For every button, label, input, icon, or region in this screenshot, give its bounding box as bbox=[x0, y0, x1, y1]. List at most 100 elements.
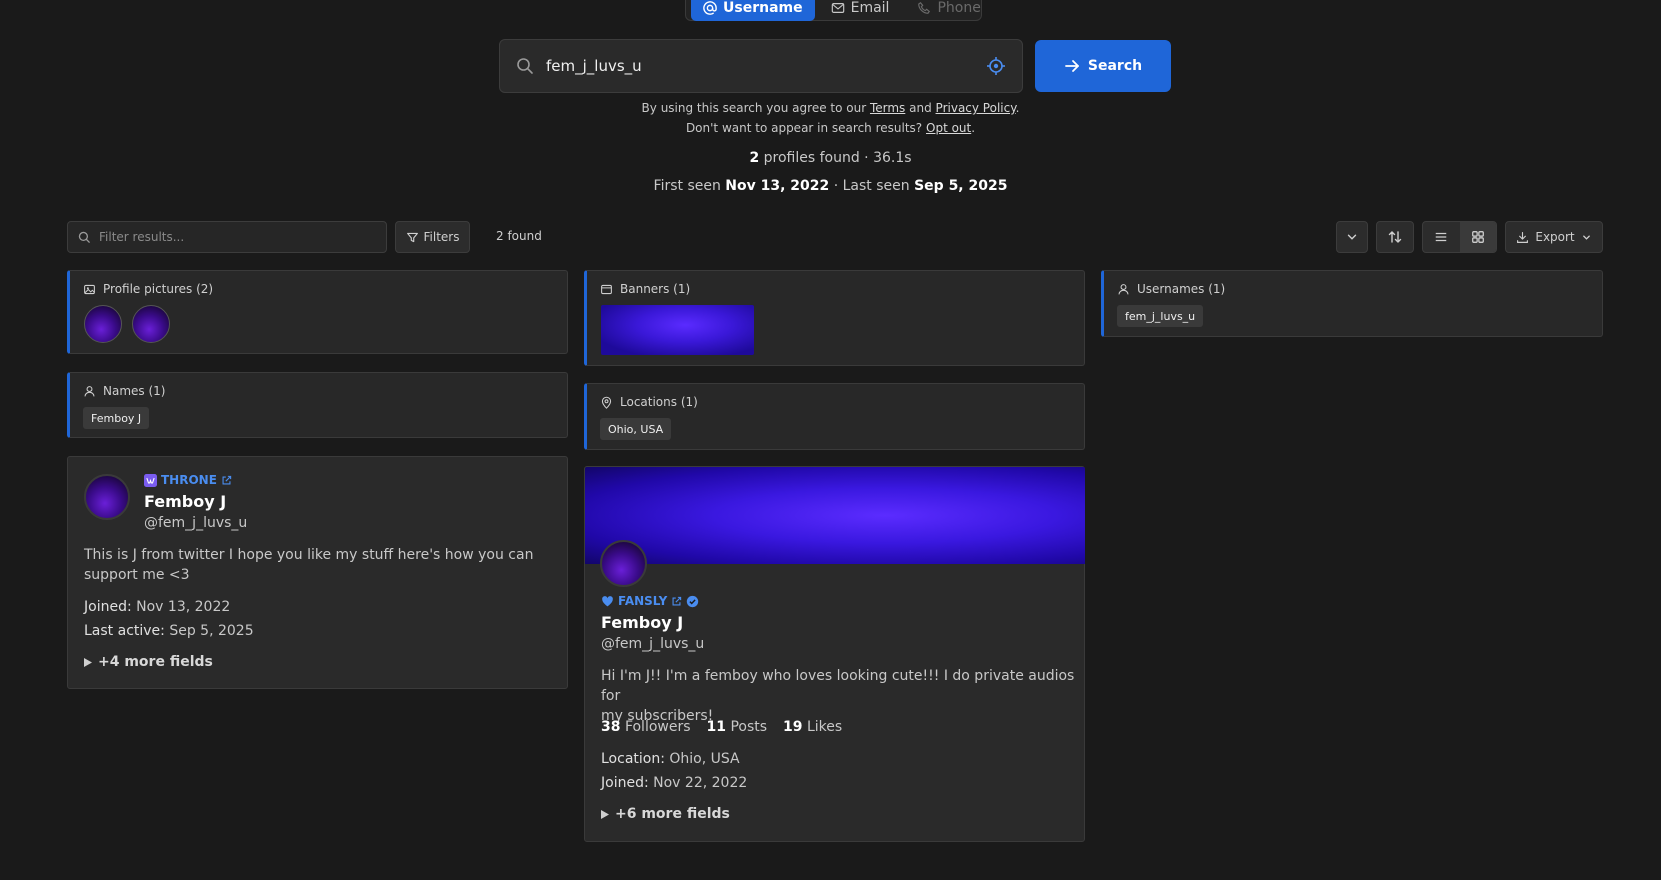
mail-icon bbox=[831, 1, 845, 15]
names-panel: Names (1) Femboy J bbox=[67, 372, 568, 438]
posts-label: Posts bbox=[730, 719, 768, 735]
last-seen-label: · Last seen bbox=[833, 178, 910, 194]
profile-bio: Hi I'm J!! I'm a femboy who loves lookin… bbox=[601, 666, 1084, 726]
privacy-link[interactable]: Privacy Policy bbox=[936, 101, 1016, 115]
opt-out-link[interactable]: Opt out bbox=[926, 121, 971, 135]
filter-results-field bbox=[67, 221, 387, 253]
profile-card-throne: THRONE Femboy J @fem_j_luvs_u This is J … bbox=[67, 456, 568, 689]
sort-button[interactable] bbox=[1376, 221, 1414, 253]
last-active-label: Last active: bbox=[84, 623, 165, 639]
caret-right-icon bbox=[84, 657, 92, 667]
avatar[interactable] bbox=[600, 540, 647, 587]
location-value: Ohio, USA bbox=[669, 751, 740, 767]
filters-label: Filters bbox=[423, 230, 460, 244]
search-button[interactable]: Search bbox=[1035, 40, 1171, 92]
profile-name: Femboy J bbox=[144, 492, 227, 511]
locations-title: Locations (1) bbox=[620, 395, 698, 409]
posts-count: 11 Posts bbox=[707, 719, 768, 735]
list-view-button[interactable] bbox=[1423, 222, 1460, 252]
location-field: Location: Ohio, USA bbox=[601, 751, 740, 767]
user-icon bbox=[83, 385, 96, 398]
profile-handle: @fem_j_luvs_u bbox=[601, 636, 705, 652]
posts-value: 11 bbox=[706, 719, 726, 735]
likes-label: Likes bbox=[806, 719, 843, 735]
locate-icon[interactable] bbox=[986, 56, 1006, 76]
avatar[interactable] bbox=[84, 474, 130, 520]
more-fields-toggle[interactable]: +6 more fields bbox=[601, 806, 730, 822]
consent-line-2: Don't want to appear in search results? … bbox=[685, 121, 976, 135]
location-chip[interactable]: Ohio, USA bbox=[600, 418, 672, 440]
locations-header: Locations (1) bbox=[600, 395, 698, 409]
consent-line-1: By using this search you agree to our Te… bbox=[641, 101, 1020, 115]
avatar[interactable] bbox=[84, 305, 122, 343]
banner-icon bbox=[600, 283, 613, 296]
names-title: Names (1) bbox=[103, 384, 166, 398]
search-box bbox=[499, 39, 1023, 93]
joined-label: Joined: bbox=[84, 599, 132, 615]
chevron-down-icon bbox=[1345, 230, 1359, 244]
list-icon bbox=[1434, 230, 1448, 244]
joined-field: Joined: Nov 13, 2022 bbox=[84, 599, 230, 615]
banners-panel: Banners (1) bbox=[584, 270, 1085, 366]
sort-icon bbox=[1387, 229, 1403, 245]
username-chip[interactable]: fem_j_luvs_u bbox=[1117, 305, 1204, 327]
profile-banner-image[interactable] bbox=[585, 467, 1085, 564]
banner-image[interactable] bbox=[601, 305, 754, 355]
platform-badge-fansly[interactable]: FANSLY bbox=[601, 594, 699, 608]
export-button[interactable]: Export bbox=[1505, 221, 1603, 253]
bio-line: support me <3 bbox=[84, 567, 190, 583]
more-fields-label: +6 more fields bbox=[615, 806, 730, 822]
profile-bio: This is J from twitter I hope you like m… bbox=[84, 545, 533, 585]
platform-badge-throne[interactable]: THRONE bbox=[144, 473, 232, 487]
joined-value: Nov 22, 2022 bbox=[653, 775, 748, 791]
terms-link[interactable]: Terms bbox=[870, 101, 905, 115]
tab-username-label: Username bbox=[723, 0, 803, 16]
locations-panel: Locations (1) Ohio, USA bbox=[584, 383, 1085, 450]
search-input[interactable] bbox=[546, 57, 986, 75]
profile-pictures-header: Profile pictures (2) bbox=[83, 282, 213, 296]
grid-view-button[interactable] bbox=[1459, 222, 1496, 252]
profile-card-fansly: FANSLY Femboy J @fem_j_luvs_u Hi I'm J!!… bbox=[584, 466, 1085, 842]
map-pin-icon bbox=[600, 396, 613, 409]
filter-results-input[interactable] bbox=[99, 230, 376, 244]
tab-username[interactable]: Username bbox=[691, 0, 815, 21]
phone-icon bbox=[917, 1, 931, 15]
more-fields-toggle[interactable]: +4 more fields bbox=[84, 654, 213, 670]
at-icon bbox=[703, 0, 717, 15]
download-icon bbox=[1516, 231, 1529, 244]
tab-email[interactable]: Email bbox=[819, 0, 902, 21]
filter-icon bbox=[406, 231, 419, 244]
verified-icon bbox=[686, 595, 699, 608]
joined-label: Joined: bbox=[601, 775, 649, 791]
external-link-icon bbox=[671, 596, 682, 607]
profiles-found-text: profiles found · 36.1s bbox=[763, 150, 912, 166]
tab-phone[interactable]: Phone bbox=[905, 0, 992, 21]
consent-text: By using this search you agree to our bbox=[641, 101, 867, 115]
search-icon bbox=[78, 231, 91, 244]
chevron-down-icon bbox=[1581, 232, 1592, 243]
view-toggle bbox=[1422, 221, 1497, 253]
avatar[interactable] bbox=[132, 305, 170, 343]
profile-name: Femboy J bbox=[601, 613, 684, 632]
last-active-value: Sep 5, 2025 bbox=[169, 623, 254, 639]
usernames-header: Usernames (1) bbox=[1117, 282, 1225, 296]
profile-counts: 38 Followers 11 Posts 19 Likes bbox=[601, 719, 842, 735]
external-link-icon bbox=[221, 475, 232, 486]
banners-title: Banners (1) bbox=[620, 282, 691, 296]
arrow-right-icon bbox=[1064, 58, 1080, 74]
platform-name: THRONE bbox=[161, 473, 217, 487]
banners-header: Banners (1) bbox=[600, 282, 690, 296]
more-fields-label: +4 more fields bbox=[98, 654, 213, 670]
caret-right-icon bbox=[601, 809, 609, 819]
grid-icon bbox=[1471, 230, 1485, 244]
filters-button[interactable]: Filters bbox=[395, 221, 470, 253]
bio-line: This is J from twitter I hope you like m… bbox=[84, 547, 534, 563]
seen-dates: First seen Nov 13, 2022 · Last seen Sep … bbox=[0, 178, 1661, 194]
consent-and: and bbox=[909, 101, 932, 115]
name-chip[interactable]: Femboy J bbox=[83, 407, 150, 429]
collapse-button[interactable] bbox=[1336, 221, 1368, 253]
fansly-heart-icon bbox=[601, 595, 614, 608]
search-icon bbox=[516, 57, 534, 75]
joined-value: Nov 13, 2022 bbox=[136, 599, 231, 615]
first-seen-label: First seen bbox=[653, 178, 721, 194]
